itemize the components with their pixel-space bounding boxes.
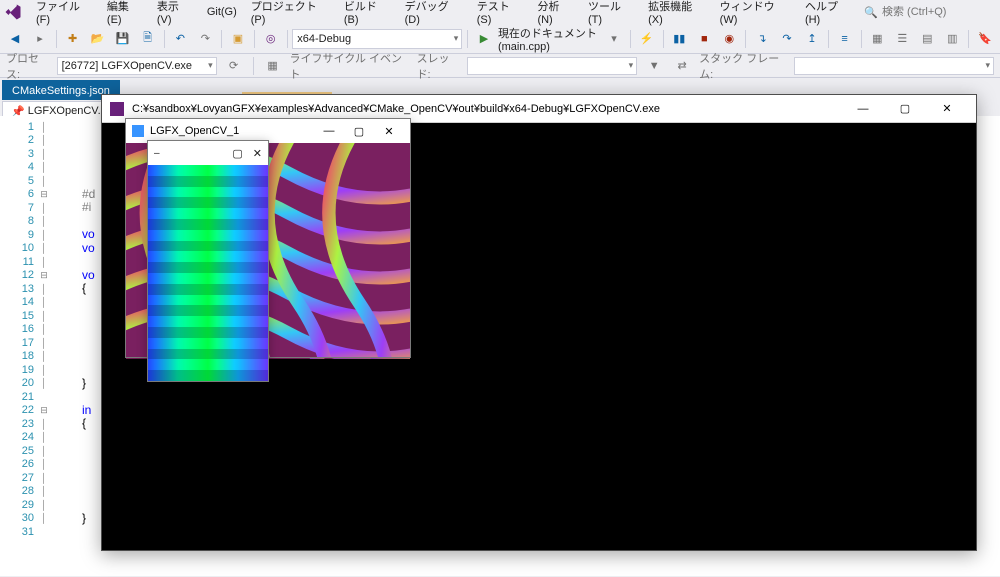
lightning-icon[interactable]: ⚡: [636, 28, 658, 50]
save-all-button[interactable]: 🗎: [137, 28, 159, 50]
code-content: #d #i vo vo vo { } in { }: [82, 120, 95, 539]
window-controls: — ▢ ✕: [842, 96, 968, 122]
menu-git[interactable]: Git(G): [201, 3, 243, 21]
thread-label: スレッド:: [417, 50, 462, 82]
maximize-button[interactable]: ▢: [232, 147, 242, 160]
folder-icon[interactable]: ▣: [227, 28, 249, 50]
record-button[interactable]: ◉: [718, 28, 740, 50]
bookmark-icon[interactable]: 🔖: [974, 28, 996, 50]
step-out-button[interactable]: ↥: [801, 28, 823, 50]
toggle-icon[interactable]: ⇄: [671, 55, 693, 77]
separator: [745, 30, 746, 48]
maximize-button[interactable]: ▢: [884, 96, 926, 122]
vs-logo-icon: [4, 3, 22, 21]
inner-canvas: [148, 165, 268, 381]
menu-file[interactable]: ファイル(F): [30, 0, 99, 29]
console-app-icon: [110, 102, 124, 116]
separator: [861, 30, 862, 48]
minimize-button[interactable]: —: [842, 96, 884, 122]
process-label: プロセス:: [6, 50, 51, 82]
separator: [467, 30, 468, 48]
search-icon: 🔍: [864, 6, 878, 19]
start-debug-button[interactable]: ▶: [473, 28, 495, 50]
lgfx-title-text: LGFX_OpenCV_1: [150, 125, 239, 137]
menu-help[interactable]: ヘルプ(H): [799, 0, 858, 29]
undo-button[interactable]: ↶: [169, 28, 191, 50]
minimize-button[interactable]: —: [314, 118, 344, 144]
redo-button[interactable]: ↷: [194, 28, 216, 50]
menu-bar: ファイル(F) 編集(E) 表示(V) Git(G) プロジェクト(P) ビルド…: [0, 0, 1000, 24]
separator: [630, 30, 631, 48]
nav-fwd-button[interactable]: ▸: [29, 28, 51, 50]
inner-min-icon[interactable]: –: [154, 148, 160, 159]
separator: [828, 30, 829, 48]
layout2-icon[interactable]: ▥: [941, 28, 963, 50]
open-button[interactable]: 📂: [87, 28, 109, 50]
inner-window[interactable]: – ▢ ✕: [147, 140, 269, 382]
menu-edit[interactable]: 編集(E): [101, 0, 149, 29]
search-box[interactable]: 🔍: [860, 4, 996, 21]
save-button[interactable]: 💾: [112, 28, 134, 50]
inner-titlebar[interactable]: – ▢ ✕: [148, 141, 268, 165]
window-controls: — ▢ ✕: [314, 118, 404, 144]
menu-project[interactable]: プロジェクト(P): [245, 0, 336, 29]
list-icon[interactable]: ☰: [891, 28, 913, 50]
stop-button[interactable]: ■: [693, 28, 715, 50]
separator: [287, 30, 288, 48]
grid-icon[interactable]: ▦: [866, 28, 888, 50]
toolbar: ◀ ▸ ✚ 📂 💾 🗎 ↶ ↷ ▣ ◎ x64-Debug ▶ 現在のドキュメン…: [0, 24, 1000, 54]
menu-debug[interactable]: デバッグ(D): [399, 0, 469, 29]
filter-icon[interactable]: ▼: [643, 55, 665, 77]
doc-label: 現在のドキュメント (main.cpp): [498, 25, 600, 53]
menu-extensions[interactable]: 拡張機能(X): [642, 0, 712, 29]
layout-icon[interactable]: ▤: [916, 28, 938, 50]
lifecycle-label: ライフサイクル イベント: [290, 50, 407, 82]
editor-gutter: 1│2│3│4│5│6⊟7│8│9│10│11│12⊟13│14│15│16│1…: [0, 116, 58, 576]
pause-button[interactable]: ▮▮: [668, 28, 690, 50]
close-button[interactable]: ✕: [374, 118, 404, 144]
search-input[interactable]: [882, 6, 992, 18]
lifecycle-icon[interactable]: ▦: [262, 55, 284, 77]
nav-back-button[interactable]: ◀: [4, 28, 26, 50]
menu-build[interactable]: ビルド(B): [338, 0, 397, 29]
separator: [221, 30, 222, 48]
stackframe-label: スタック フレーム:: [699, 50, 788, 82]
step-into-button[interactable]: ↴: [751, 28, 773, 50]
new-button[interactable]: ✚: [62, 28, 84, 50]
refresh-icon[interactable]: ⟳: [223, 55, 245, 77]
lgfx-app-icon: [132, 125, 144, 137]
console-title-text: C:¥sandbox¥LovyanGFX¥examples¥Advanced¥C…: [132, 103, 660, 115]
separator: [164, 30, 165, 48]
close-button[interactable]: ✕: [926, 96, 968, 122]
stackframe-combo[interactable]: [794, 57, 994, 75]
dropdown-icon[interactable]: ▾: [603, 28, 625, 50]
separator: [968, 30, 969, 48]
debug-process-bar: プロセス: [26772] LGFXOpenCV.exe ⟳ ▦ ライフサイクル…: [0, 54, 1000, 78]
menu-window[interactable]: ウィンドウ(W): [714, 0, 797, 29]
step-over-button[interactable]: ↷: [776, 28, 798, 50]
separator: [253, 57, 254, 75]
separator: [56, 30, 57, 48]
toggle-button[interactable]: ≡: [834, 28, 856, 50]
maximize-button[interactable]: ▢: [344, 118, 374, 144]
separator: [254, 30, 255, 48]
close-button[interactable]: ✕: [253, 147, 262, 160]
thread-combo[interactable]: [467, 57, 637, 75]
sync-icon[interactable]: ◎: [260, 28, 282, 50]
separator: [663, 30, 664, 48]
config-combo[interactable]: x64-Debug: [292, 29, 462, 49]
menu-view[interactable]: 表示(V): [151, 0, 199, 29]
process-combo[interactable]: [26772] LGFXOpenCV.exe: [57, 57, 217, 75]
